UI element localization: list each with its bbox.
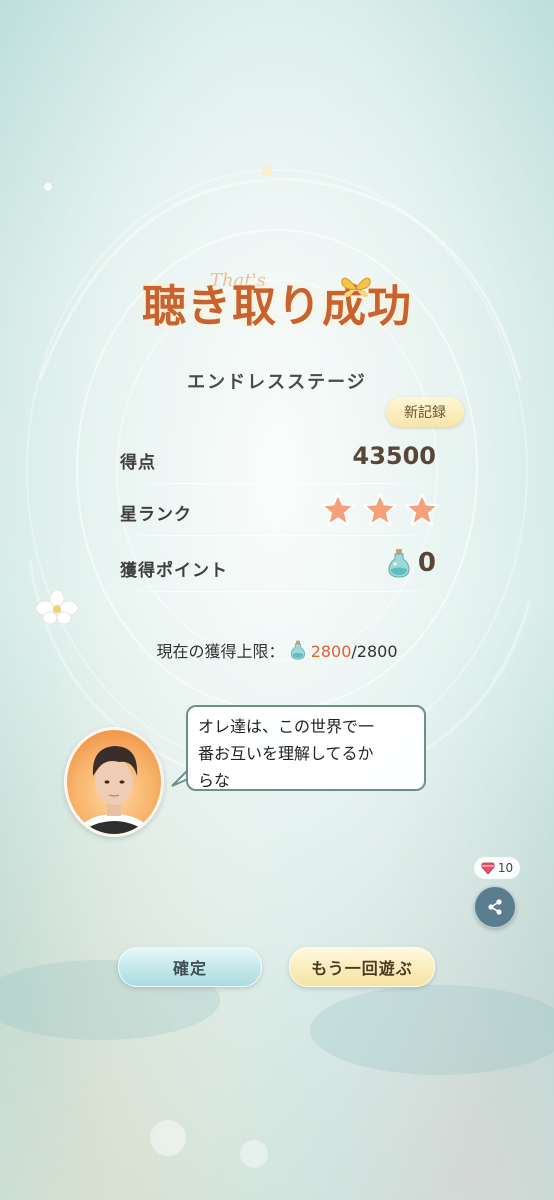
potion-bottle-icon bbox=[290, 640, 305, 660]
dialogue-bubble: オレ達は、この世界で一 番お互いを理解してるか らな bbox=[186, 705, 426, 791]
star-icon bbox=[405, 493, 439, 526]
dialogue-line: 番お互いを理解してるか bbox=[198, 744, 374, 763]
gem-icon bbox=[480, 862, 495, 874]
dialogue-line: らな bbox=[198, 771, 231, 790]
score-label: 得点 bbox=[120, 453, 156, 473]
butterfly-icon bbox=[341, 277, 371, 298]
points-label: 獲得ポイント bbox=[120, 561, 228, 581]
gem-count: 10 bbox=[497, 861, 514, 875]
character-avatar bbox=[64, 727, 164, 837]
sparkle bbox=[240, 1140, 268, 1168]
sparkle bbox=[262, 166, 272, 176]
points-row: 獲得ポイント 0 bbox=[118, 542, 440, 592]
score-row: 得点 43500 bbox=[118, 434, 440, 484]
divider bbox=[118, 483, 440, 484]
star-rank-label: 星ランク bbox=[120, 505, 192, 525]
divider bbox=[118, 591, 440, 592]
swirl-background bbox=[0, 169, 554, 1075]
limit-max: 2800 bbox=[356, 642, 398, 661]
star-rank-row: 星ランク bbox=[118, 486, 440, 536]
character-portrait bbox=[75, 746, 153, 834]
limit-current: 2800 bbox=[310, 642, 352, 661]
star-rank-stars bbox=[320, 492, 440, 528]
divider bbox=[118, 535, 440, 536]
star-icon bbox=[363, 493, 397, 526]
potion-bottle-icon bbox=[388, 549, 410, 578]
dialogue-line: オレ達は、この世界で一 bbox=[198, 717, 375, 736]
stage-name: エンドレスステージ bbox=[187, 372, 367, 393]
sparkle bbox=[44, 183, 52, 191]
limit-label: 現在の獲得上限： bbox=[156, 642, 285, 661]
share-icon bbox=[488, 899, 502, 915]
confirm-button[interactable]: 確定 bbox=[118, 947, 262, 987]
points-value-group: 0 bbox=[388, 548, 436, 578]
share-reward-badge: 10 bbox=[474, 857, 520, 879]
share-button[interactable] bbox=[474, 886, 516, 928]
score-value: 43500 bbox=[352, 442, 437, 470]
star-icon bbox=[321, 493, 355, 526]
points-value: 0 bbox=[417, 548, 436, 578]
sparkle bbox=[150, 1120, 186, 1156]
flower-icon bbox=[36, 590, 78, 624]
play-again-button[interactable]: もう一回遊ぶ bbox=[289, 947, 435, 987]
acquisition-limit: 現在の獲得上限： 2800/2800 bbox=[0, 638, 554, 662]
new-record-badge: 新記録 bbox=[386, 397, 464, 427]
result-title-container: 聴き取り成功 bbox=[0, 270, 554, 334]
